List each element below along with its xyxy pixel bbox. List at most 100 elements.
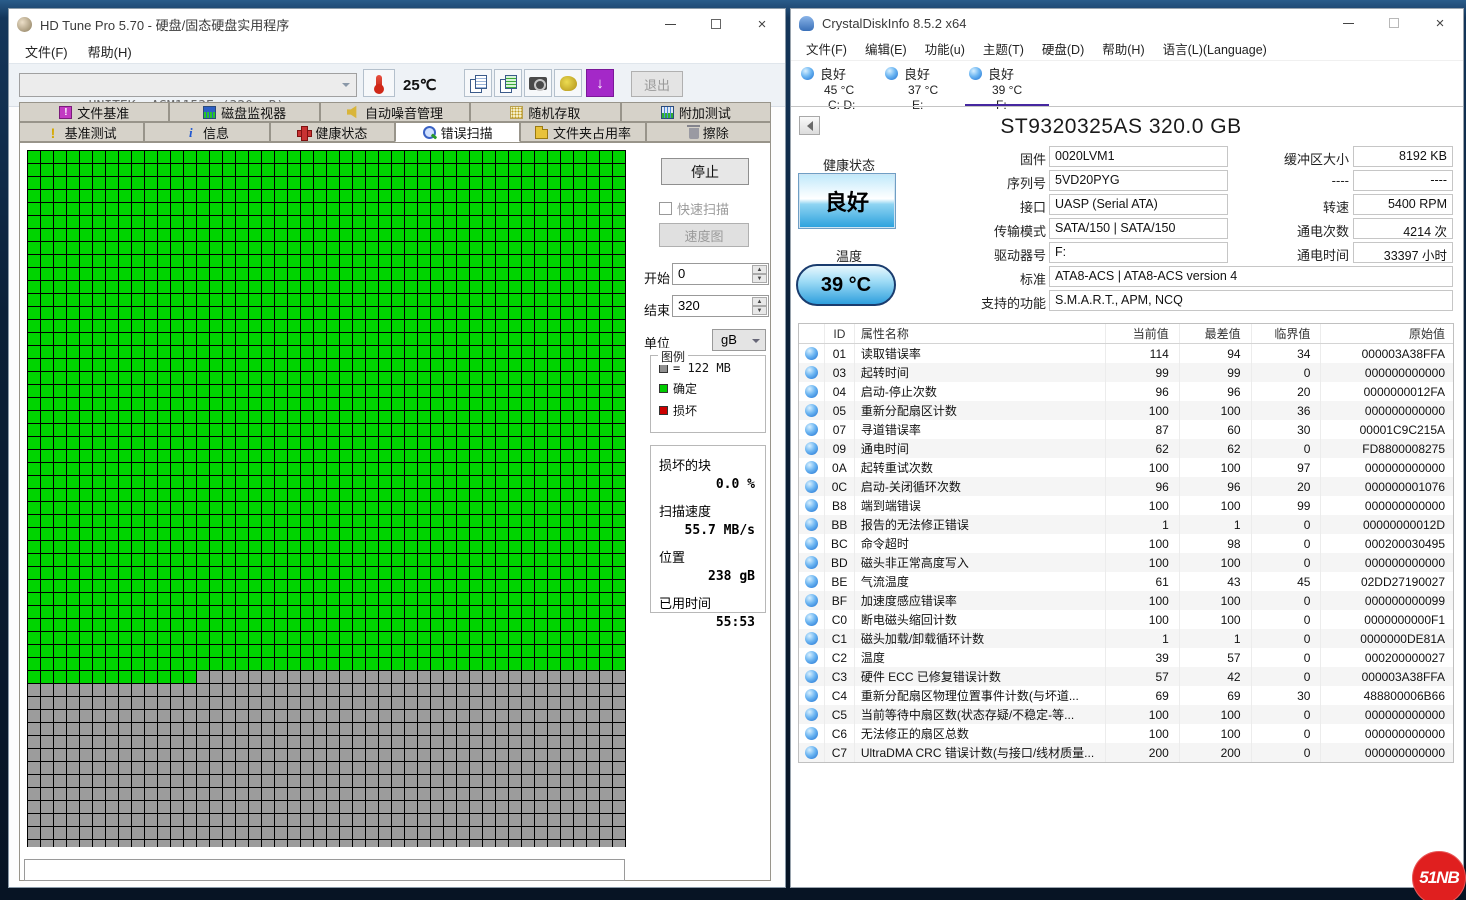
scan-block [210, 463, 222, 475]
scan-block [353, 827, 365, 839]
scan-block [262, 593, 274, 605]
tab-extra-tests[interactable]: 附加测试 [621, 102, 771, 122]
donate-button[interactable] [554, 69, 582, 97]
minimize-button[interactable] [1325, 9, 1371, 37]
tab-label: 擦除 [703, 123, 729, 142]
spin-down-icon[interactable]: ▼ [752, 306, 767, 315]
health-status-button[interactable]: 良好 [798, 173, 896, 229]
tab-erase[interactable]: 擦除 [646, 122, 771, 142]
scan-block [275, 840, 287, 847]
minimize-icon [1343, 23, 1354, 24]
stop-button[interactable]: 停止 [661, 158, 749, 185]
close-button[interactable]: × [1417, 9, 1463, 37]
scan-block [275, 684, 287, 696]
back-button[interactable] [799, 116, 820, 135]
close-button[interactable]: × [739, 9, 785, 39]
scan-block [275, 489, 287, 501]
status-orb-icon [805, 480, 818, 493]
scan-block [327, 294, 339, 306]
menu-item[interactable]: 编辑(E) [856, 39, 916, 58]
quick-scan-checkbox[interactable] [659, 202, 672, 215]
scan-block [158, 190, 170, 202]
scan-block [457, 489, 469, 501]
scan-block [28, 177, 40, 189]
download-button[interactable]: ↓ [586, 69, 614, 97]
tab-health[interactable]: 健康状态 [270, 122, 395, 142]
menu-item[interactable]: 帮助(H) [1093, 39, 1153, 58]
tab-benchmark[interactable]: 基准测试 [19, 122, 144, 142]
speed-map-button[interactable]: 速度图 [659, 223, 749, 247]
menu-item[interactable]: 主题(T) [974, 39, 1033, 58]
scan-block [457, 515, 469, 527]
scan-block [587, 281, 599, 293]
scan-block [366, 294, 378, 306]
tab-folder-usage[interactable]: 文件夹占用率 [520, 122, 645, 142]
spin-down-icon[interactable]: ▼ [752, 274, 767, 283]
scan-block [405, 307, 417, 319]
end-label: 结束 [644, 300, 670, 319]
menu-item[interactable]: 文件(F) [15, 42, 78, 61]
menu-item[interactable]: 功能(u) [916, 39, 974, 58]
scan-block [80, 671, 92, 683]
scan-block [132, 164, 144, 176]
scan-block [561, 645, 573, 657]
copy-button[interactable] [464, 69, 492, 97]
end-input[interactable]: 320 ▲▼ [672, 295, 769, 317]
scan-block [483, 645, 495, 657]
attribute-name: 启动-关闭循环次数 [855, 477, 1106, 496]
menu-item[interactable]: 语言(L)(Language) [1154, 39, 1276, 58]
unit-select[interactable]: gB [712, 329, 766, 351]
disk-tab[interactable]: 良好39 °CF: [963, 63, 1047, 103]
scan-block [561, 515, 573, 527]
tab-disk-monitor[interactable]: 磁盘监视器 [169, 102, 319, 122]
scan-block [470, 528, 482, 540]
copy-image-button[interactable] [494, 69, 522, 97]
scan-block [249, 398, 261, 410]
scan-block [405, 684, 417, 696]
drive-select[interactable]: UNITEK ASM1153E (320 gB) [19, 73, 357, 97]
scan-block [353, 736, 365, 748]
scan-block [145, 151, 157, 163]
scan-block [509, 190, 521, 202]
start-input[interactable]: 0 ▲▼ [672, 263, 769, 285]
tab-error-scan[interactable]: 错误扫描 [395, 122, 520, 142]
spin-up-icon[interactable]: ▲ [752, 297, 767, 306]
exit-button[interactable]: 退出 [631, 71, 683, 97]
scan-block [145, 827, 157, 839]
scan-block [574, 307, 586, 319]
maximize-button[interactable] [1371, 9, 1417, 37]
scan-block [93, 294, 105, 306]
disk-tab[interactable]: 良好45 °CC: D: [795, 63, 879, 103]
scan-block [223, 528, 235, 540]
tab-info[interactable]: 信息 [144, 122, 269, 142]
health-status-label: 健康状态 [799, 155, 899, 174]
temperature-button[interactable] [363, 69, 395, 97]
scan-block [223, 632, 235, 644]
scan-block [67, 333, 79, 345]
scan-block [600, 762, 612, 774]
scan-block [340, 385, 352, 397]
scan-block [132, 229, 144, 241]
scan-block [171, 658, 183, 670]
disk-tab[interactable]: 良好37 °CE: [879, 63, 963, 103]
table-row: 0A起转重试次数10010097000000000000 [799, 458, 1453, 477]
scan-block [444, 281, 456, 293]
scan-block [535, 606, 547, 618]
scan-block [548, 619, 560, 631]
scan-block [457, 788, 469, 800]
scan-block [561, 528, 573, 540]
maximize-button[interactable] [693, 9, 739, 39]
menu-item[interactable]: 文件(F) [797, 39, 856, 58]
field-value: F: [1049, 242, 1228, 263]
scan-block [314, 281, 326, 293]
tab-noise-management[interactable]: 自动噪音管理 [320, 102, 470, 122]
tab-file-benchmark[interactable]: 文件基准 [19, 102, 169, 122]
scan-block [522, 749, 534, 761]
menu-item[interactable]: 硬盘(D) [1033, 39, 1093, 58]
scan-block [28, 203, 40, 215]
tab-random-access[interactable]: 随机存取 [470, 102, 620, 122]
spin-up-icon[interactable]: ▲ [752, 265, 767, 274]
screenshot-button[interactable] [524, 69, 552, 97]
menu-item[interactable]: 帮助(H) [78, 42, 142, 61]
minimize-button[interactable] [647, 9, 693, 39]
